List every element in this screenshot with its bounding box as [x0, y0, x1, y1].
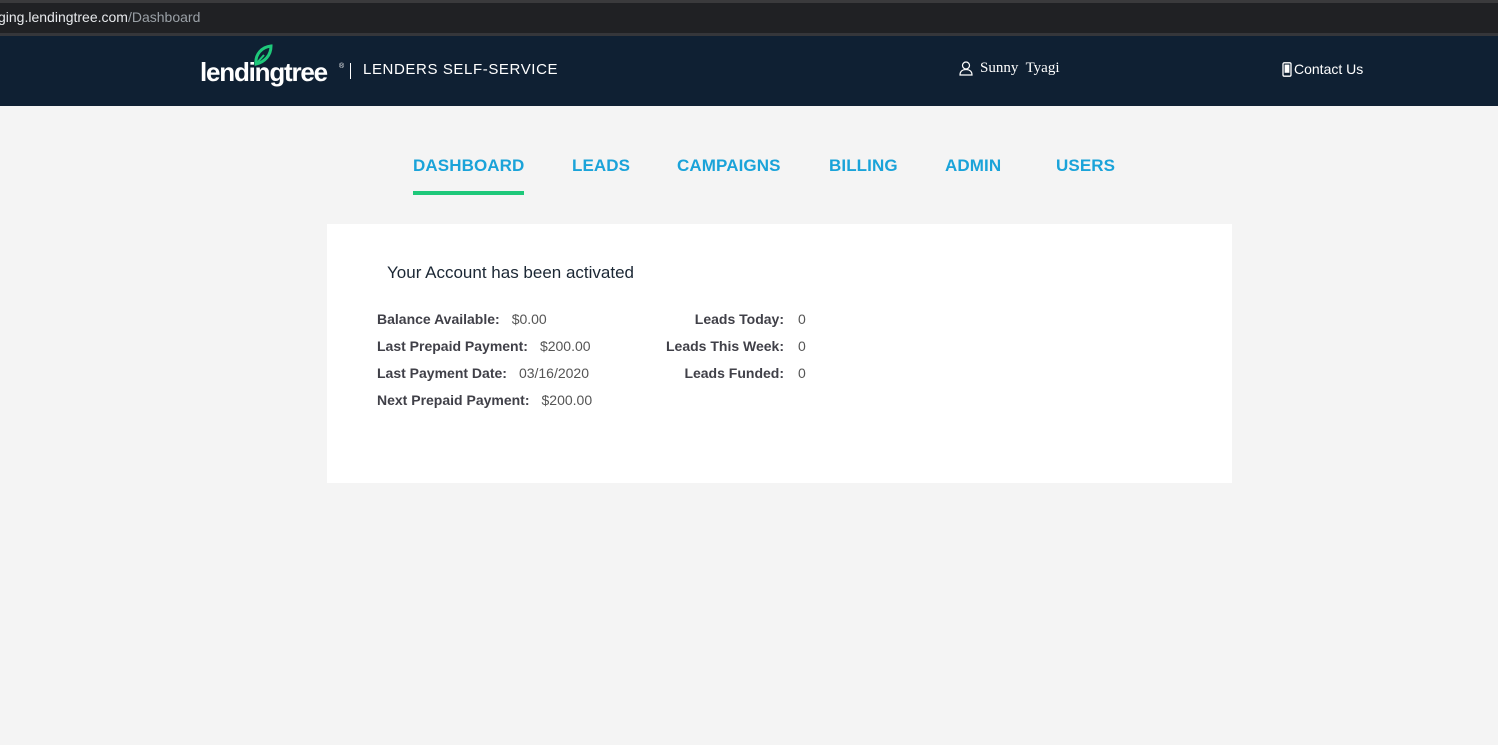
stat-leads-today: Leads Today: 0 — [647, 310, 806, 337]
account-status-title: Your Account has been activated — [387, 263, 634, 282]
contact-us-link[interactable]: Contact Us — [1282, 61, 1363, 77]
logo-wordmark: lendingtree — [200, 57, 328, 87]
url-path: /Dashboard — [127, 9, 201, 25]
lead-stats: Leads Today: 0 Leads This Week: 0 Leads Fu… — [647, 310, 806, 391]
address-url[interactable]: ging.lendingtree.com/Dashboard — [0, 9, 200, 25]
main-nav: DASHBOARD LEADS CAMPAIGNS BILLING ADMIN … — [0, 106, 1498, 198]
tab-users[interactable]: USERS — [1056, 156, 1115, 176]
stat-label: Balance Available: — [377, 311, 500, 327]
logo-registered-mark: ® — [339, 63, 345, 70]
payment-stats: Balance Available: $0.00 Last Prepaid Pay… — [377, 310, 592, 418]
stat-label: Last Prepaid Payment: — [377, 338, 528, 354]
stat-value: 0 — [798, 365, 806, 381]
site-header: lendingtree ® LENDERS SELF-SERVICE Sunny… — [0, 36, 1498, 106]
user-icon — [959, 61, 973, 76]
user-menu[interactable]: Sunny Tyagi — [959, 60, 1060, 77]
tab-billing[interactable]: BILLING — [829, 156, 898, 176]
stat-label: Leads This Week: — [665, 338, 784, 354]
stat-last-payment-date: Last Payment Date: 03/16/2020 — [377, 364, 592, 391]
tab-billing-label: BILLING — [829, 156, 898, 175]
account-summary-card: Your Account has been activated Balance … — [327, 224, 1232, 483]
tab-campaigns-label: CAMPAIGNS — [677, 156, 781, 175]
stat-last-prepaid-payment: Last Prepaid Payment: $200.00 — [377, 337, 592, 364]
stat-leads-funded: Leads Funded: 0 — [647, 364, 806, 391]
stat-label: Leads Today: — [694, 311, 784, 327]
tab-campaigns[interactable]: CAMPAIGNS — [677, 156, 781, 176]
tab-users-label: USERS — [1056, 156, 1116, 175]
stat-next-prepaid-payment: Next Prepaid Payment: $200.00 — [377, 391, 592, 418]
tab-admin[interactable]: ADMIN — [945, 156, 1001, 176]
tab-leads-label: LEADS — [572, 156, 631, 175]
stat-value: $200.00 — [539, 338, 591, 354]
header-divider — [350, 63, 351, 79]
stat-value: 0 — [798, 338, 806, 354]
stat-label: Last Payment Date: — [377, 365, 507, 381]
tab-dashboard[interactable]: DASHBOARD — [413, 156, 525, 195]
stat-leads-this-week: Leads This Week: 0 — [647, 337, 806, 364]
stat-value: $0.00 — [511, 311, 547, 327]
phone-icon — [1282, 61, 1292, 77]
stat-label: Next Prepaid Payment: — [377, 392, 530, 408]
stat-label: Leads Funded: — [684, 365, 784, 381]
stat-balance-available: Balance Available: $0.00 — [377, 310, 592, 337]
user-name: Sunny Tyagi — [980, 60, 1060, 76]
active-tab-indicator — [413, 191, 525, 195]
stat-value: 0 — [798, 311, 806, 327]
contact-us-label: Contact Us — [1294, 61, 1364, 77]
product-name: LENDERS SELF-SERVICE — [363, 61, 559, 78]
stat-value: $200.00 — [541, 392, 593, 408]
tab-leads[interactable]: LEADS — [572, 156, 630, 176]
stat-value: 03/16/2020 — [518, 365, 590, 381]
url-host: ging.lendingtree.com — [0, 9, 128, 25]
lendingtree-logo[interactable]: lendingtree ® — [200, 44, 345, 92]
tab-dashboard-label: DASHBOARD — [413, 156, 525, 175]
browser-address-bar[interactable]: ging.lendingtree.com/Dashboard — [0, 0, 1498, 36]
tab-admin-label: ADMIN — [945, 156, 1002, 175]
